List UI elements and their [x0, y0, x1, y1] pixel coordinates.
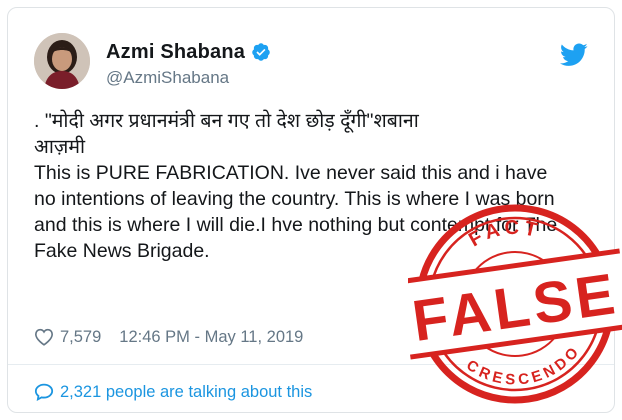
author-names: Azmi Shabana @AzmiShabana	[106, 40, 271, 88]
like-count[interactable]: 7,579	[60, 328, 101, 347]
verified-badge-icon	[251, 42, 271, 62]
author-handle[interactable]: @AzmiShabana	[106, 68, 271, 88]
tweet-timestamp[interactable]: 12:46 PM - May 11, 2019	[119, 328, 303, 347]
avatar[interactable]	[34, 33, 90, 89]
conversation-count-text: 2,321 people are talking about this	[60, 382, 313, 401]
twitter-bird-icon[interactable]	[559, 43, 588, 67]
heart-icon[interactable]	[34, 328, 54, 346]
tweet-hindi-line-2: आज़मी	[34, 136, 86, 158]
speech-bubble-icon	[34, 383, 54, 402]
tweet-meta: 7,579 12:46 PM - May 11, 2019	[34, 325, 303, 349]
display-name-row: Azmi Shabana	[106, 40, 271, 64]
tweet-hindi-line-1: . "मोदी अगर प्रधानमंत्री बन गए तो देश छो…	[34, 110, 419, 132]
tweet-header: Azmi Shabana @AzmiShabana	[34, 33, 592, 93]
fact-check-false-stamp: FACT CRESCENDO FALSE	[399, 196, 622, 412]
conversation-link[interactable]: 2,321 people are talking about this	[34, 380, 312, 404]
display-name[interactable]: Azmi Shabana	[106, 41, 245, 64]
